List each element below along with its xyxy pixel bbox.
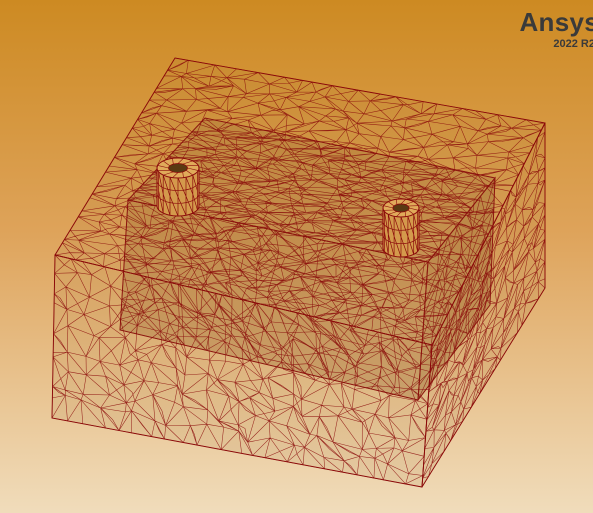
mesh-model <box>51 57 546 488</box>
graphics-viewport[interactable]: Ansys 2022 R2 <box>0 0 593 513</box>
cylinder-right <box>382 198 420 258</box>
product-version: 2022 R2 <box>553 38 593 50</box>
cylinder-left <box>156 157 200 217</box>
ansys-logo: Ansys 2022 R2 <box>519 8 593 50</box>
product-name: Ansys <box>519 7 593 37</box>
outer-enclosure <box>51 57 546 488</box>
